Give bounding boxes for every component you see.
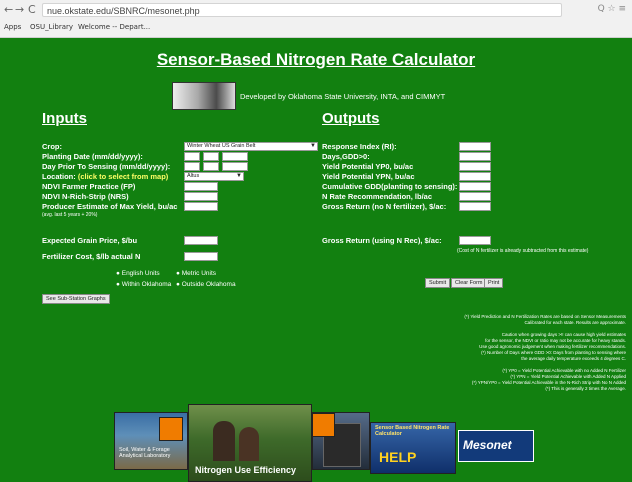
url-bar[interactable]: nue.okstate.edu/SBNRC/mesonet.php bbox=[42, 3, 562, 17]
forward-button[interactable]: → bbox=[15, 3, 24, 16]
crop-label: Crop: bbox=[42, 142, 62, 151]
max-yield-label: Producer Estimate of Max Yield, bu/ac bbox=[42, 202, 178, 211]
calculator-banner[interactable] bbox=[312, 412, 370, 470]
browser-menu-icons[interactable]: Q ☆ ≡ bbox=[598, 4, 626, 14]
chevron-down-icon: ▼ bbox=[236, 173, 242, 179]
submit-button[interactable]: Submit bbox=[425, 278, 451, 288]
page-title: Sensor-Based Nitrogen Rate Calculator bbox=[156, 50, 476, 69]
sensing-month-input[interactable] bbox=[184, 162, 200, 171]
outputs-header: Outputs bbox=[322, 110, 380, 127]
location-select[interactable]: Altus ▼ bbox=[184, 172, 244, 181]
soil-lab-banner[interactable]: Soil, Water & Forage Analytical Laborato… bbox=[114, 412, 188, 470]
english-units-radio[interactable]: ● English Units bbox=[116, 270, 160, 277]
fert-cost-label: Fertilizer Cost, $/lb actual N bbox=[42, 252, 141, 261]
ndvi-fp-label: NDVI Farmer Practice (FP) bbox=[42, 182, 136, 191]
ndvi-nrs-label: NDVI N-Rich-Strip (NRS) bbox=[42, 192, 129, 201]
gross-return-no-n-output bbox=[459, 202, 491, 211]
see-substation-graphs-button[interactable]: See Sub-Station Graphs bbox=[42, 294, 110, 304]
bookmark-welcome[interactable]: Welcome -- Depart... bbox=[78, 23, 150, 31]
cumulative-gdd-label: Cumulative GDD(planting to sensing): bbox=[322, 182, 458, 191]
within-oklahoma-radio[interactable]: ● Within Oklahoma bbox=[116, 281, 171, 288]
grain-price-label: Expected Grain Price, $/bu bbox=[42, 236, 138, 245]
inputs-header: Inputs bbox=[42, 110, 87, 127]
osu-logo-icon bbox=[313, 413, 335, 437]
gross-return-no-n-label: Gross Return (no N fertilizer), $/ac: bbox=[322, 202, 447, 211]
days-gdd-label: Days,GDD>0: bbox=[322, 152, 370, 161]
planting-day-input[interactable] bbox=[203, 152, 219, 161]
grain-price-input[interactable] bbox=[184, 236, 218, 245]
ndvi-fp-input[interactable] bbox=[184, 182, 218, 191]
sensing-date-label: Day Prior To Sensing (mm/dd/yyyy): bbox=[42, 162, 171, 171]
response-index-label: Response Index (RI): bbox=[322, 142, 397, 151]
yp0-label: Yield Potential YP0, bu/ac bbox=[322, 162, 414, 171]
n-rate-label: N Rate Recommendation, lb/ac bbox=[322, 192, 433, 201]
clear-form-button[interactable]: Clear Form bbox=[451, 278, 487, 288]
developer-text: Developed by Oklahoma State University, … bbox=[240, 92, 446, 101]
ndvi-nrs-input[interactable] bbox=[184, 192, 218, 201]
child-photo-icon-2 bbox=[239, 427, 259, 461]
browser-chrome: ← → C nue.okstate.edu/SBNRC/mesonet.php … bbox=[0, 0, 632, 38]
help-banner[interactable]: Sensor Based Nitrogen Rate Calculator HE… bbox=[370, 422, 456, 474]
calculator-page: Sensor-Based Nitrogen Rate Calculator De… bbox=[0, 38, 632, 482]
mesonet-banner[interactable]: Mesonet bbox=[458, 430, 534, 462]
osu-logo-icon bbox=[159, 417, 183, 441]
crop-select[interactable]: Winter Wheat US Grain Belt ▼ bbox=[184, 142, 318, 151]
response-index-output bbox=[459, 142, 491, 151]
bookmark-apps[interactable]: Apps bbox=[4, 23, 21, 31]
map-link[interactable]: (click to select from map) bbox=[78, 172, 168, 181]
days-gdd-output bbox=[459, 152, 491, 161]
gross-return-note: (Cost of N fertilizer is already subtrac… bbox=[457, 248, 589, 254]
gross-return-n-label: Gross Return (using N Rec), $/ac: bbox=[322, 236, 442, 245]
max-yield-input[interactable] bbox=[184, 202, 218, 211]
nue-banner[interactable]: Nitrogen Use Efficiency bbox=[188, 404, 312, 482]
fert-cost-input[interactable] bbox=[184, 252, 218, 261]
reload-button[interactable]: C bbox=[28, 3, 36, 16]
gross-return-n-output bbox=[459, 236, 491, 245]
sensing-year-input[interactable] bbox=[222, 162, 248, 171]
planting-date-label: Planting Date (mm/dd/yyyy): bbox=[42, 152, 143, 161]
back-button[interactable]: ← bbox=[4, 3, 13, 16]
bookmark-osu-library[interactable]: OSU_Library bbox=[30, 23, 73, 31]
planting-year-input[interactable] bbox=[222, 152, 248, 161]
child-photo-icon bbox=[213, 421, 235, 461]
max-yield-note: (avg. last 5 years + 20%) bbox=[42, 212, 98, 218]
yp0-output bbox=[459, 162, 491, 171]
chevron-down-icon: ▼ bbox=[310, 143, 316, 149]
outside-oklahoma-radio[interactable]: ● Outside Oklahoma bbox=[176, 281, 236, 288]
location-label: Location: (click to select from map) bbox=[42, 172, 169, 181]
n-rate-output bbox=[459, 192, 491, 201]
print-button[interactable]: Print bbox=[484, 278, 504, 288]
metric-units-radio[interactable]: ● Metric Units bbox=[176, 270, 216, 277]
footnotes: (*) Yield Prediction and N Fertilization… bbox=[464, 314, 626, 391]
planting-month-input[interactable] bbox=[184, 152, 200, 161]
sensing-day-input[interactable] bbox=[203, 162, 219, 171]
sponsor-logo bbox=[172, 82, 236, 110]
ypn-output bbox=[459, 172, 491, 181]
cumulative-gdd-output bbox=[459, 182, 491, 191]
ypn-label: Yield Potential YPN, bu/ac bbox=[322, 172, 415, 181]
